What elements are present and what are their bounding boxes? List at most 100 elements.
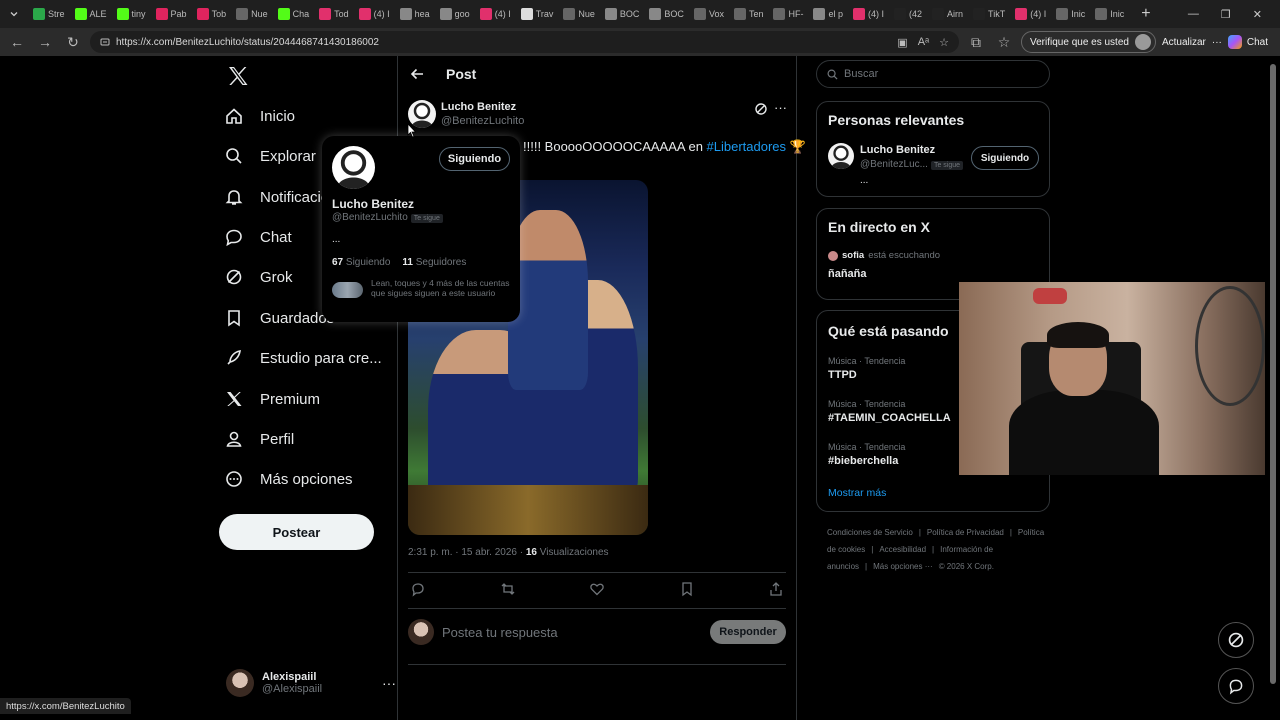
favorites-icon[interactable]: ☆ (993, 31, 1015, 53)
footer-link[interactable]: Condiciones de Servicio (827, 528, 913, 537)
browser-tab[interactable]: Tob (192, 3, 232, 25)
browser-tab[interactable]: hea (395, 3, 435, 25)
reply-icon[interactable] (410, 581, 426, 597)
hovercard-name[interactable]: Lucho Benitez (332, 197, 414, 211)
space-title[interactable]: ñañaña (828, 268, 867, 280)
relevant-avatar[interactable] (828, 143, 854, 169)
post-more-icon[interactable]: ··· (774, 100, 787, 115)
relevant-handle[interactable]: @BenitezLuc... (860, 159, 928, 170)
browser-tab[interactable]: (4) I (1010, 3, 1051, 25)
browser-tab[interactable]: Nue (231, 3, 273, 25)
following-count-link[interactable]: 67 Siguiendo (332, 257, 390, 268)
nav-item-person[interactable]: Perfil (224, 424, 294, 454)
account-switcher[interactable]: Alexispaiil @Alexispaiil ··· (226, 668, 396, 698)
hashtag-link[interactable]: #Libertadores (707, 139, 787, 154)
footer-link[interactable]: Accesibilidad (879, 545, 926, 554)
page-scrollbar[interactable] (1270, 58, 1276, 713)
browser-tab[interactable]: Ten (729, 3, 769, 25)
like-icon[interactable] (589, 581, 605, 597)
browser-tab[interactable]: (4) I (475, 3, 516, 25)
grok-floating-button[interactable] (1218, 622, 1254, 658)
nav-item-chat[interactable]: Chat (224, 222, 292, 252)
bookmark-icon[interactable] (679, 581, 695, 597)
nav-item-home[interactable]: Inicio (224, 101, 295, 131)
browser-tab[interactable]: Pab (151, 3, 192, 25)
browser-tab[interactable]: (4) I (354, 3, 395, 25)
back-button[interactable]: ← (6, 31, 28, 53)
site-info-icon[interactable] (100, 37, 110, 47)
nav-item-grok[interactable]: Grok (224, 262, 293, 292)
following-button[interactable]: Siguiendo (439, 147, 510, 171)
browser-tab[interactable]: BOC (644, 3, 689, 25)
browser-tab[interactable]: Airn (927, 3, 968, 25)
new-tab-button[interactable]: + (1134, 2, 1158, 26)
search-input[interactable]: Buscar (816, 60, 1050, 88)
nav-item-search[interactable]: Explorar (224, 141, 316, 171)
x-logo-icon[interactable] (226, 64, 250, 88)
hovercard-handle[interactable]: @BenitezLuchito (332, 212, 408, 223)
minimize-icon[interactable]: — (1188, 8, 1199, 20)
read-aloud-icon[interactable]: Aᵃ (918, 36, 929, 49)
nav-item-bookmark[interactable]: Guardados (224, 303, 334, 333)
grok-explain-icon[interactable] (754, 102, 768, 116)
author-handle[interactable]: @BenitezLuchito (441, 115, 524, 127)
mutual-followers[interactable]: Lean, toques y 4 más de las cuentas que … (332, 278, 510, 298)
messages-floating-button[interactable] (1218, 668, 1254, 704)
favorite-star-icon[interactable]: ☆ (939, 36, 949, 49)
post-button[interactable]: Postear (219, 514, 374, 550)
tab-actions-menu-button[interactable] (0, 0, 28, 28)
browser-tab[interactable]: el p (808, 3, 848, 25)
more-menu-icon[interactable]: ··· (1212, 37, 1222, 48)
reply-button[interactable]: Responder (710, 620, 786, 644)
update-button[interactable]: Actualizar ··· (1162, 37, 1222, 48)
browser-tab[interactable]: Inic (1051, 3, 1090, 25)
browser-tab[interactable]: BOC (600, 3, 645, 25)
browser-tab[interactable]: (42 (889, 3, 927, 25)
maximize-icon[interactable]: ❐ (1221, 8, 1231, 21)
tab-favicon-icon (74, 8, 87, 20)
footer-link[interactable]: Más opciones ··· (873, 562, 933, 571)
trend-item[interactable]: Música · Tendencia #bieberchella (828, 442, 905, 467)
browser-tab[interactable]: Trav (516, 3, 559, 25)
share-icon[interactable] (768, 581, 784, 597)
repost-icon[interactable] (500, 581, 516, 597)
address-bar[interactable]: https://x.com/BenitezLuchito/status/2044… (90, 31, 959, 53)
app-install-icon[interactable]: ▣ (897, 36, 907, 49)
copilot-chat-button[interactable]: Chat (1227, 35, 1274, 49)
footer-link[interactable]: Política de Privacidad (927, 528, 1004, 537)
browser-tab[interactable]: HF- (768, 3, 808, 25)
extensions-icon[interactable]: ⧉ (965, 31, 987, 53)
relevant-name[interactable]: Lucho Benitez (860, 144, 935, 156)
show-more-link[interactable]: Mostrar más (828, 487, 886, 499)
browser-tab[interactable]: Nue (558, 3, 600, 25)
browser-tab[interactable]: ALE (70, 3, 112, 25)
live-host[interactable]: sofia está escuchando (828, 250, 940, 261)
profile-verify-button[interactable]: Verifique que es usted (1021, 31, 1156, 53)
nav-item-x[interactable]: Premium (224, 384, 320, 414)
browser-tab[interactable]: Vox (689, 3, 729, 25)
reload-button[interactable]: ↻ (62, 31, 84, 53)
followers-count-link[interactable]: 11 Seguidores (402, 257, 466, 268)
browser-tab[interactable]: Tod (314, 3, 354, 25)
forward-button[interactable]: → (34, 31, 56, 53)
hovercard-avatar[interactable] (332, 146, 375, 189)
browser-tab[interactable]: TikT (968, 3, 1010, 25)
trend-item[interactable]: Música · Tendencia #TAEMIN_COACHELLA (828, 399, 951, 424)
browser-tab[interactable]: Stre (28, 3, 70, 25)
back-arrow-icon[interactable] (410, 67, 424, 81)
nav-item-rocket[interactable]: Estudio para cre... (224, 343, 382, 373)
browser-tab[interactable]: Inic (1090, 3, 1129, 25)
author-name[interactable]: Lucho Benitez (441, 101, 516, 113)
browser-tab[interactable]: goo (435, 3, 475, 25)
browser-tab[interactable]: Cha (273, 3, 315, 25)
nav-item-more-circle[interactable]: Más opciones (224, 464, 353, 494)
scrollbar-thumb[interactable] (1270, 64, 1276, 684)
following-button[interactable]: Siguiendo (971, 146, 1039, 170)
close-window-icon[interactable]: ✕ (1253, 8, 1262, 21)
reply-input[interactable]: Postea tu respuesta (442, 625, 702, 640)
trend-item[interactable]: Música · Tendencia TTPD (828, 356, 905, 381)
browser-tab[interactable]: tiny (112, 3, 151, 25)
account-more-icon[interactable]: ··· (382, 675, 396, 691)
browser-tab[interactable]: (4) I (848, 3, 889, 25)
footer-link[interactable]: © 2026 X Corp. (939, 562, 994, 571)
